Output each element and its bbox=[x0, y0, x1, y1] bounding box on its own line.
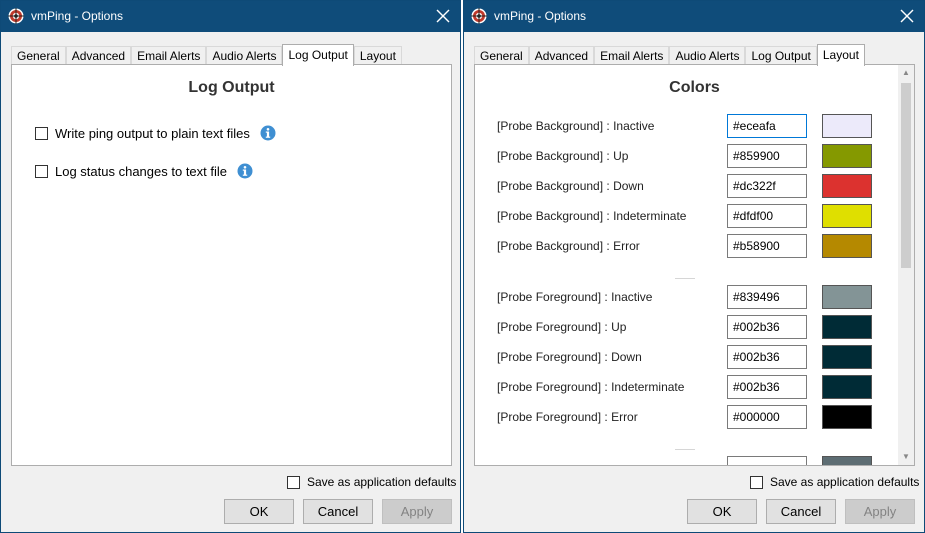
tab-advanced[interactable]: Advanced bbox=[528, 46, 595, 65]
bg-up-row: [Probe Background] : Up bbox=[497, 144, 873, 168]
color-swatch[interactable] bbox=[822, 285, 872, 309]
color-label: [Probe Background] : Indeterminate bbox=[497, 209, 687, 223]
cancel-button[interactable]: Cancel bbox=[303, 499, 373, 524]
cancel-button[interactable]: Cancel bbox=[766, 499, 836, 524]
color-hex-input[interactable] bbox=[727, 456, 807, 465]
log-output-panel: Log Output Write ping output to plain te… bbox=[11, 64, 452, 466]
fg-up-row: [Probe Foreground] : Up bbox=[497, 315, 873, 339]
panel-heading: Log Output bbox=[188, 79, 275, 96]
tab-log-output[interactable]: Log Output bbox=[282, 44, 354, 66]
color-hex-input[interactable] bbox=[727, 144, 807, 168]
apply-button[interactable]: Apply bbox=[845, 499, 915, 524]
color-hex-input[interactable] bbox=[727, 345, 807, 369]
tab-email-alerts[interactable]: Email Alerts bbox=[131, 46, 207, 65]
window-title: vmPing - Options bbox=[494, 9, 587, 23]
save-defaults-option: Save as application defaults bbox=[287, 475, 456, 489]
tab-layout[interactable]: Layout bbox=[816, 44, 865, 66]
title-bar[interactable]: vmPing - Options bbox=[1, 1, 460, 32]
color-hex-input[interactable] bbox=[727, 285, 807, 309]
tab-layout[interactable]: Layout bbox=[353, 46, 402, 65]
bg-down-row: [Probe Background] : Down bbox=[497, 174, 873, 198]
tab-log-output[interactable]: Log Output bbox=[745, 46, 817, 65]
color-hex-input[interactable] bbox=[727, 114, 807, 138]
tab-audio-alerts[interactable]: Audio Alerts bbox=[206, 46, 283, 65]
color-label: [Probe Foreground] : Up bbox=[497, 320, 627, 334]
write-ping-output-label[interactable]: Write ping output to plain text files bbox=[55, 126, 250, 141]
close-icon[interactable] bbox=[434, 7, 452, 25]
color-label: [Probe Background] : Down bbox=[497, 179, 644, 193]
color-swatch[interactable] bbox=[822, 315, 872, 339]
color-swatch[interactable] bbox=[822, 144, 872, 168]
color-swatch[interactable] bbox=[822, 234, 872, 258]
save-defaults-label[interactable]: Save as application defaults bbox=[770, 475, 919, 489]
tab-advanced[interactable]: Advanced bbox=[65, 46, 132, 65]
tab-strip: General Advanced Email Alerts Audio Aler… bbox=[474, 43, 865, 66]
section-divider bbox=[675, 449, 695, 450]
log-status-changes-label[interactable]: Log status changes to text file bbox=[55, 164, 227, 179]
log-status-changes-option: Log status changes to text file bbox=[35, 163, 253, 179]
close-icon[interactable] bbox=[898, 7, 916, 25]
color-label: [Probe Background] : Up bbox=[497, 149, 629, 163]
color-swatch[interactable] bbox=[822, 405, 872, 429]
info-icon[interactable] bbox=[237, 163, 253, 179]
fg-down-row: [Probe Foreground] : Down bbox=[497, 345, 873, 369]
window-title: vmPing - Options bbox=[31, 9, 124, 23]
tab-email-alerts[interactable]: Email Alerts bbox=[594, 46, 670, 65]
tab-audio-alerts[interactable]: Audio Alerts bbox=[669, 46, 746, 65]
color-swatch[interactable] bbox=[822, 174, 872, 198]
save-defaults-checkbox[interactable] bbox=[750, 475, 763, 489]
fg-inactive-row: [Probe Foreground] : Inactive bbox=[497, 285, 873, 309]
tab-general[interactable]: General bbox=[474, 46, 529, 65]
color-hex-input[interactable] bbox=[727, 405, 807, 429]
color-hex-input[interactable] bbox=[727, 315, 807, 339]
scroll-thumb[interactable] bbox=[901, 83, 911, 268]
panel-heading: Colors bbox=[669, 79, 720, 96]
color-hex-input[interactable] bbox=[727, 204, 807, 228]
color-hex-input[interactable] bbox=[727, 174, 807, 198]
fg-error-row: [Probe Foreground] : Error bbox=[497, 405, 873, 429]
color-label: [Probe Foreground] : Indeterminate bbox=[497, 380, 685, 394]
color-label: [Probe Foreground] : Inactive bbox=[497, 290, 653, 304]
ok-button[interactable]: OK bbox=[687, 499, 757, 524]
color-swatch[interactable] bbox=[822, 456, 872, 465]
color-label: [Probe Foreground] : Down bbox=[497, 350, 642, 364]
options-window-layout: vmPing - Options General Advanced Email … bbox=[463, 0, 925, 533]
color-label: [Probe Background] : Error bbox=[497, 239, 640, 253]
fg-indeterminate-row: [Probe Foreground] : Indeterminate bbox=[497, 375, 873, 399]
vertical-scrollbar[interactable]: ▲ ▼ bbox=[898, 65, 914, 465]
color-hex-input[interactable] bbox=[727, 375, 807, 399]
apply-button[interactable]: Apply bbox=[382, 499, 452, 524]
scroll-up-arrow-icon[interactable]: ▲ bbox=[898, 65, 914, 81]
vmping-logo-icon bbox=[471, 8, 487, 24]
info-icon[interactable] bbox=[260, 125, 276, 141]
title-bar[interactable]: vmPing - Options bbox=[464, 1, 924, 32]
color-swatch[interactable] bbox=[822, 204, 872, 228]
save-defaults-option: Save as application defaults bbox=[750, 475, 919, 489]
bg-indeterminate-row: [Probe Background] : Indeterminate bbox=[497, 204, 873, 228]
color-swatch[interactable] bbox=[822, 345, 872, 369]
ok-button[interactable]: OK bbox=[224, 499, 294, 524]
options-window-log-output: vmPing - Options General Advanced Email … bbox=[0, 0, 461, 533]
scroll-down-arrow-icon[interactable]: ▼ bbox=[898, 449, 914, 465]
write-ping-output-checkbox[interactable] bbox=[35, 126, 48, 140]
bg-inactive-row: [Probe Background] : Inactive bbox=[497, 114, 873, 138]
save-defaults-label[interactable]: Save as application defaults bbox=[307, 475, 456, 489]
color-swatch[interactable] bbox=[822, 114, 872, 138]
section-divider bbox=[675, 278, 695, 279]
tab-strip: General Advanced Email Alerts Audio Aler… bbox=[11, 43, 402, 66]
color-swatch[interactable] bbox=[822, 375, 872, 399]
log-status-changes-checkbox[interactable] bbox=[35, 164, 48, 178]
write-ping-output-option: Write ping output to plain text files bbox=[35, 125, 276, 141]
layout-panel: Colors [Probe Background] : Inactive [Pr… bbox=[474, 64, 915, 466]
save-defaults-checkbox[interactable] bbox=[287, 475, 300, 489]
color-label: [Probe Background] : Inactive bbox=[497, 119, 655, 133]
vmping-logo-icon bbox=[8, 8, 24, 24]
tab-general[interactable]: General bbox=[11, 46, 66, 65]
partial-row bbox=[497, 456, 873, 465]
color-hex-input[interactable] bbox=[727, 234, 807, 258]
color-label: [Probe Foreground] : Error bbox=[497, 410, 638, 424]
bg-error-row: [Probe Background] : Error bbox=[497, 234, 873, 258]
